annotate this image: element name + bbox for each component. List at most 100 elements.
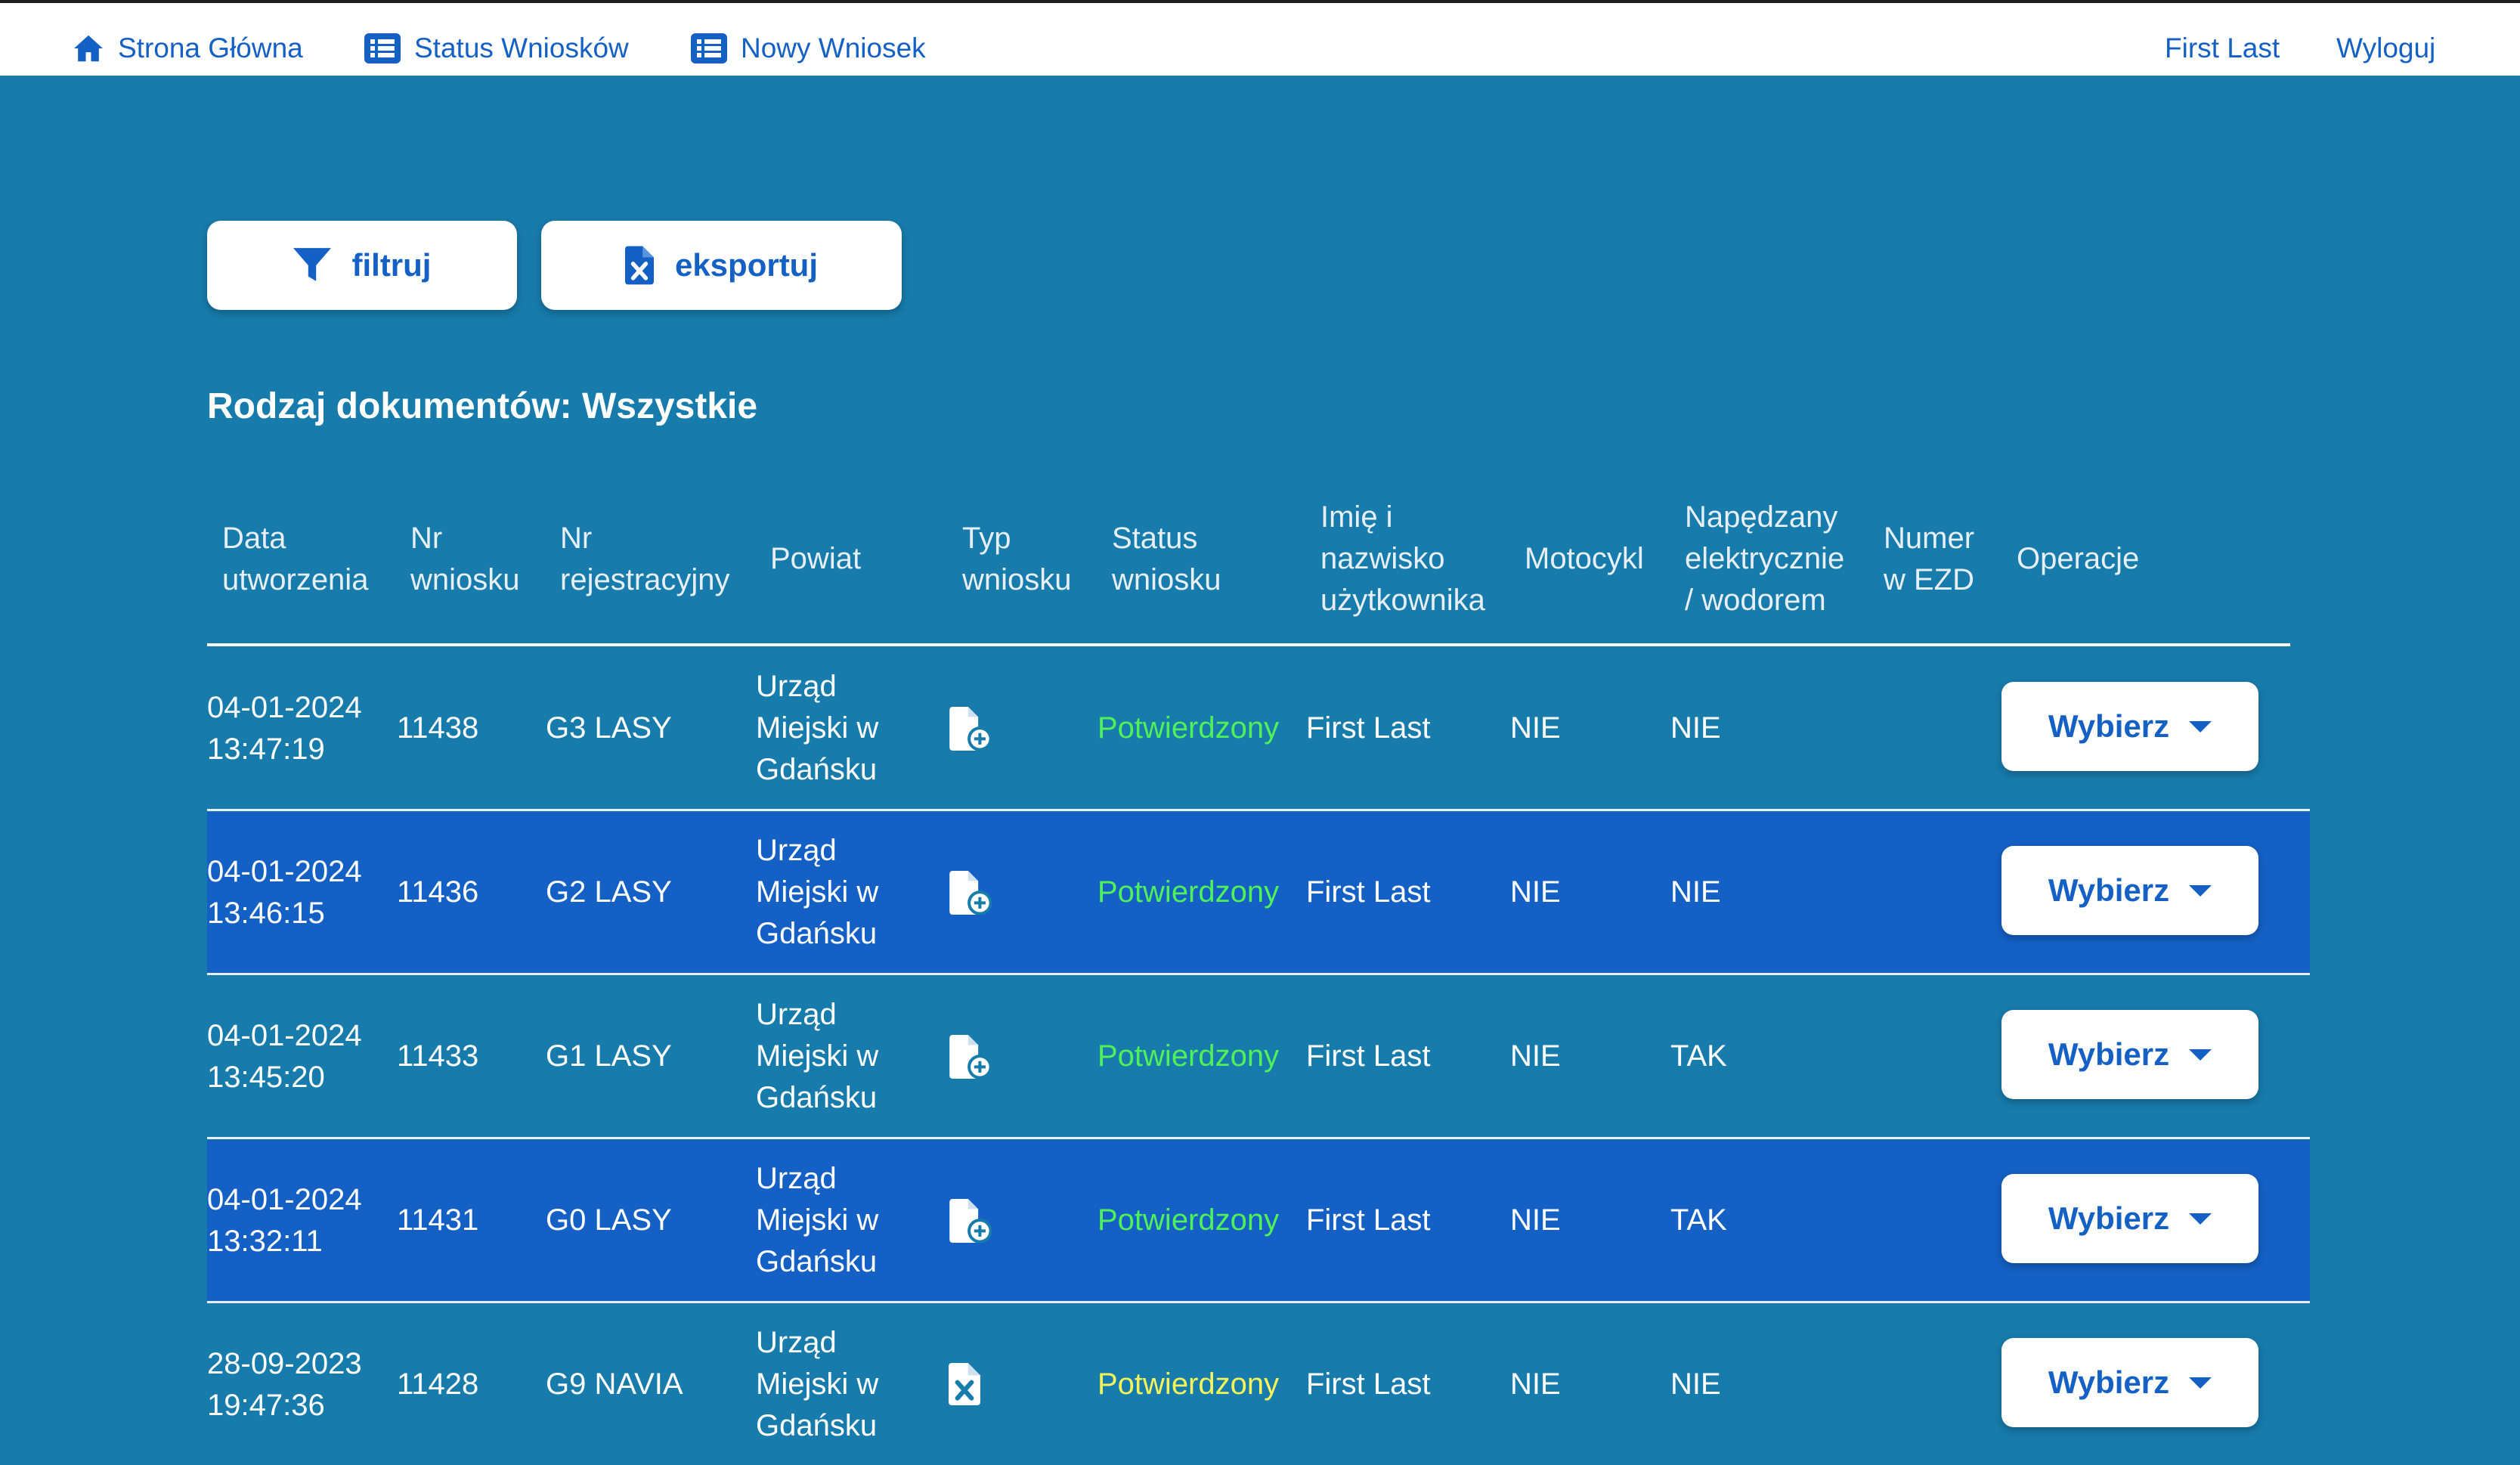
district-line: Urząd [756, 998, 837, 1031]
cell-registration: G2 LASY [546, 812, 672, 973]
cell-registration: G3 LASY [546, 648, 672, 809]
motorcycle-value: NIE [1510, 711, 1561, 745]
nav-home-link[interactable]: Strona Główna [73, 29, 303, 68]
created-date: 04-01-2024 [207, 1182, 362, 1216]
registration-number: G3 LASY [546, 711, 672, 745]
select-button-label: Wybierz [2048, 1036, 2170, 1072]
file-plus-icon [949, 1035, 992, 1079]
export-button[interactable]: eksportuj [541, 221, 902, 310]
header-number[interactable]: Nr wniosku [410, 497, 520, 621]
home-icon [74, 35, 103, 62]
cell-date: 04-01-2024 13:47:19 [207, 648, 362, 809]
district-line: Gdańsku [756, 753, 878, 786]
cell-electric: TAK [1670, 1140, 1727, 1301]
application-number: 11438 [397, 711, 479, 745]
cell-date: 04-01-2024 13:32:11 [207, 1140, 362, 1301]
district-line: Urząd [756, 1326, 837, 1359]
type-icon-slot [948, 1363, 981, 1409]
created-date: 28-09-2023 [207, 1346, 362, 1380]
type-icon-slot [948, 707, 992, 754]
cell-number: 11431 [397, 1140, 478, 1301]
created-time: 13:46:15 [207, 896, 325, 930]
user-name-link[interactable]: First Last [2165, 29, 2280, 68]
created-time: 19:47:36 [207, 1388, 325, 1422]
nav-status-label: Status Wniosków [414, 33, 629, 63]
application-number: 11436 [397, 875, 479, 909]
header-status[interactable]: Status wniosku [1112, 497, 1221, 621]
table-row: 04-01-2024 13:32:11 11431 G0 LASY Urząd … [207, 1140, 2310, 1303]
header-type[interactable]: Typ wniosku [962, 497, 1072, 621]
select-button-label: Wybierz [2048, 1364, 2170, 1400]
type-icon-slot [948, 1199, 992, 1247]
application-number: 11433 [397, 1039, 479, 1073]
motorcycle-value: NIE [1510, 1039, 1561, 1073]
registration-number: G0 LASY [546, 1203, 672, 1237]
cell-user: First Last [1306, 1140, 1430, 1301]
application-number: 11431 [397, 1203, 479, 1237]
electric-value: NIE [1670, 875, 1721, 909]
created-date: 04-01-2024 [207, 690, 362, 724]
file-plus-icon [949, 871, 992, 915]
caret-down-icon [2189, 1048, 2212, 1061]
district-line: Miejski w [756, 1367, 879, 1401]
district-line: Miejski w [756, 875, 879, 909]
cell-date: 04-01-2024 13:45:20 [207, 976, 362, 1137]
registration-number: G1 LASY [546, 1039, 672, 1073]
cell-district: Urząd Miejski w Gdańsku [756, 812, 878, 973]
caret-down-icon [2189, 720, 2212, 732]
header-electric[interactable]: Napędzany elektrycznie / wodorem [1685, 497, 1844, 621]
status-badge: Potwierdzony [1097, 1203, 1280, 1237]
user-name: First Last [1306, 875, 1431, 909]
cell-status: Potwierdzony [1097, 1140, 1279, 1301]
district-line: Gdańsku [756, 1081, 878, 1114]
header-registration[interactable]: Nr rejestracyjny [560, 497, 730, 621]
header-date[interactable]: Data utworzenia [222, 497, 368, 621]
file-plus-icon [949, 707, 992, 751]
select-button-label: Wybierz [2048, 872, 2170, 908]
cell-electric: NIE [1670, 1304, 1721, 1465]
document-type-heading: Rodzaj dokumentów: Wszystkie [207, 386, 758, 426]
header-motorcycle[interactable]: Motocykl [1525, 497, 1644, 621]
district-line: Urząd [756, 670, 837, 703]
cell-status: Potwierdzony [1097, 1304, 1279, 1465]
select-dropdown-button[interactable]: Wybierz [2001, 846, 2258, 935]
cell-number: 11433 [397, 976, 478, 1137]
created-time: 13:47:19 [207, 732, 325, 766]
cell-motorcycle: NIE [1510, 648, 1561, 809]
logout-link[interactable]: Wyloguj [2336, 29, 2435, 68]
caret-down-icon [2189, 1213, 2212, 1225]
user-name: First Last [1306, 1203, 1431, 1237]
cell-registration: G0 LASY [546, 1140, 672, 1301]
filter-button[interactable]: filtruj [207, 221, 517, 310]
nav-new-label: Nowy Wniosek [741, 33, 926, 63]
select-dropdown-button[interactable]: Wybierz [2001, 1010, 2258, 1099]
cell-electric: NIE [1670, 812, 1721, 973]
select-button-label: Wybierz [2048, 708, 2170, 744]
district-line: Gdańsku [756, 917, 878, 950]
status-badge: Potwierdzony [1097, 1039, 1280, 1073]
select-dropdown-button[interactable]: Wybierz [2001, 1338, 2258, 1427]
cell-motorcycle: NIE [1510, 812, 1561, 973]
district-line: Urząd [756, 1162, 837, 1195]
cell-date: 28-09-2023 19:47:36 [207, 1304, 362, 1465]
registration-number: G9 NAVIA [546, 1367, 683, 1401]
select-dropdown-button[interactable]: Wybierz [2001, 682, 2258, 771]
header-user[interactable]: Imię i nazwisko użytkownika [1320, 497, 1485, 621]
filter-icon [293, 248, 331, 281]
select-dropdown-button[interactable]: Wybierz [2001, 1174, 2258, 1263]
user-name: First Last [1306, 711, 1431, 745]
electric-value: TAK [1670, 1203, 1727, 1237]
header-district[interactable]: Powiat [770, 497, 861, 621]
district-line: Gdańsku [756, 1409, 878, 1442]
district-line: Miejski w [756, 1039, 879, 1073]
status-badge: Potwierdzony [1097, 1367, 1280, 1401]
nav-new-link[interactable]: Nowy Wniosek [691, 29, 926, 68]
user-name: First Last [1306, 1367, 1431, 1401]
cell-user: First Last [1306, 648, 1430, 809]
cell-motorcycle: NIE [1510, 1304, 1561, 1465]
header-ezd[interactable]: Numer w EZD [1884, 497, 1974, 621]
cell-user: First Last [1306, 1304, 1430, 1465]
table-row: 28-09-2023 19:47:36 11428 G9 NAVIA Urząd… [207, 1304, 2310, 1465]
nav-status-link[interactable]: Status Wniosków [364, 29, 629, 68]
cell-status: Potwierdzony [1097, 976, 1279, 1137]
